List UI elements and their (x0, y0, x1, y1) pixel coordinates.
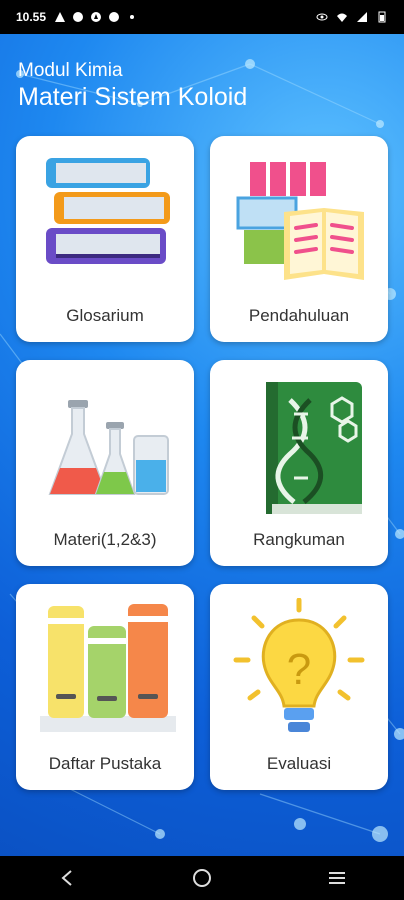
bookshelf-icon (40, 604, 176, 732)
menu-label: Materi(1,2&3) (53, 530, 157, 549)
battery-icon (378, 11, 386, 23)
lab-flasks-icon (48, 400, 169, 495)
wifi-icon (337, 13, 347, 22)
status-bar: 10.55 (0, 0, 404, 34)
page-title: Materi Sistem Koloid (18, 83, 248, 111)
dna-book-icon (266, 382, 362, 514)
menu-card-daftar-pustaka[interactable]: Daftar Pustaka (16, 584, 194, 790)
dot-icon (130, 15, 135, 19)
svg-text:?: ? (287, 645, 311, 694)
lightbulb-question-icon: ? (233, 598, 365, 732)
home-button[interactable] (182, 863, 222, 893)
back-button[interactable] (47, 863, 87, 893)
home-icon (192, 869, 211, 887)
module-subtitle: Modul Kimia (18, 60, 123, 81)
menu-card-evaluasi[interactable]: ? Evaluasi (210, 584, 388, 790)
messenger-icon (109, 12, 120, 22)
menu-label: Daftar Pustaka (48, 754, 162, 773)
app-screen: 10.55 Modul Kimia Materi Sistem Koloid G… (0, 0, 404, 900)
back-icon (61, 870, 72, 886)
app-header: Modul Kimia Materi Sistem Koloid (18, 60, 247, 112)
menu-label: Pendahuluan (248, 306, 350, 325)
recents-icon (328, 872, 345, 884)
recents-button[interactable] (317, 863, 357, 893)
menu-card-pendahuluan[interactable]: Pendahuluan (210, 136, 388, 342)
messenger-icon (73, 12, 84, 22)
compass-icon (91, 12, 102, 22)
menu-label: Glosarium (66, 306, 144, 325)
menu-card-rangkuman[interactable]: Rangkuman (210, 360, 388, 566)
signal-icon (357, 12, 367, 22)
warning-icon (55, 12, 66, 22)
menu-card-glosarium[interactable]: Glosarium (16, 136, 194, 342)
system-nav-bar (0, 856, 404, 900)
open-book-icon (236, 162, 364, 280)
menu-label: Evaluasi (266, 754, 332, 773)
menu-label: Rangkuman (253, 530, 345, 549)
eye-icon (316, 13, 328, 21)
menu-card-materi[interactable]: Materi(1,2&3) (16, 360, 194, 566)
books-stack-icon (46, 158, 170, 264)
status-time: 10.55 (16, 10, 47, 24)
